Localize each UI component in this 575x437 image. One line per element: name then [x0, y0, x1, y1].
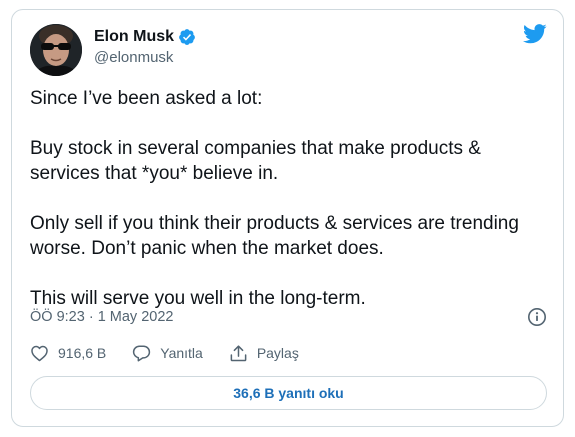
- info-icon[interactable]: [527, 307, 547, 327]
- tweet-paragraph: Since I’ve been asked a lot:: [30, 88, 263, 109]
- author-handle[interactable]: @elonmusk: [94, 48, 173, 68]
- tweet-card: Elon Musk @elonmusk Since I’ve been aske…: [11, 9, 564, 427]
- tweet-meta-row: ÖÖ 9:23 · 1 May 2022: [30, 306, 547, 328]
- reply-button[interactable]: Yanıtla: [132, 344, 203, 362]
- like-count: 916,6 B: [58, 345, 107, 361]
- share-label: Paylaş: [256, 345, 299, 361]
- tweet-paragraph: Only sell if you think their products & …: [30, 213, 519, 259]
- tweet-timestamp[interactable]: ÖÖ 9:23 · 1 May 2022: [30, 309, 173, 325]
- tweet-text: Since I’ve been asked a lot: Buy stock i…: [30, 86, 545, 311]
- share-button[interactable]: Paylaş: [229, 344, 299, 362]
- author-name-row: Elon Musk: [94, 27, 196, 47]
- author-display-name[interactable]: Elon Musk: [94, 27, 174, 47]
- tweet-paragraph: Buy stock in several companies that make…: [30, 138, 481, 184]
- like-button[interactable]: 916,6 B: [30, 344, 106, 362]
- heart-icon: [30, 344, 49, 362]
- tweet-actions: 916,6 B Yanıtla Paylaş: [30, 344, 299, 362]
- share-icon: [229, 344, 248, 362]
- reply-bubble-icon: [132, 344, 151, 362]
- twitter-bird-icon[interactable]: [523, 24, 547, 44]
- verified-badge-icon: [178, 28, 196, 46]
- avatar[interactable]: [30, 24, 82, 76]
- reply-label: Yanıtla: [160, 345, 203, 361]
- read-replies-button[interactable]: 36,6 B yanıtı oku: [30, 376, 547, 410]
